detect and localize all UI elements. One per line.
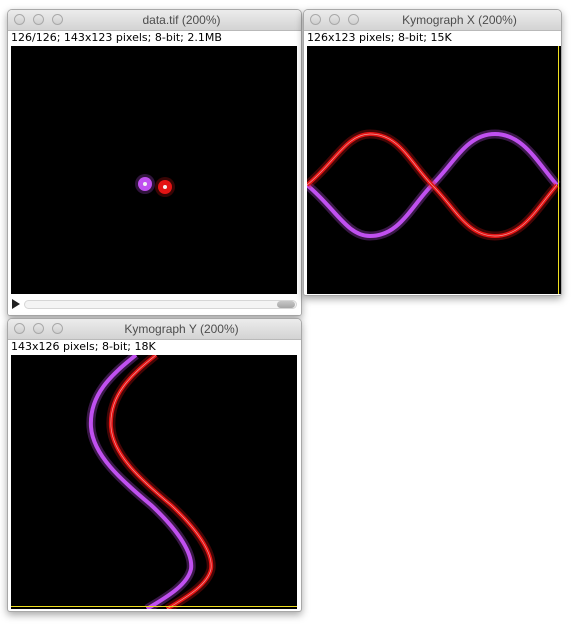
window-controls (310, 14, 359, 25)
canvas-background (11, 46, 297, 294)
zoom-icon[interactable] (52, 323, 63, 334)
kymo-y-edge-line (11, 606, 297, 607)
canvas-background (11, 355, 297, 609)
frame-scrollbar[interactable] (8, 295, 301, 315)
image-info: 126/126; 143x123 pixels; 8-bit; 2.1MB (11, 31, 222, 44)
kymo-x-edge-line (558, 46, 559, 294)
kymograph-y-canvas[interactable] (11, 355, 297, 609)
image-info: 143x126 pixels; 8-bit; 18K (11, 340, 156, 353)
particle-red-core (163, 185, 167, 189)
particle-purple-core (143, 182, 147, 186)
window-title: Kymograph Y (200%) (124, 322, 239, 336)
minimize-icon[interactable] (329, 14, 340, 25)
zoom-icon[interactable] (348, 14, 359, 25)
title-bar[interactable]: data.tif (200%) (8, 10, 301, 31)
scrollbar-thumb[interactable] (277, 301, 295, 308)
window-title: Kymograph X (200%) (402, 13, 517, 27)
window-controls (14, 323, 63, 334)
particle-red (155, 177, 175, 197)
kymograph-y-window[interactable]: Kymograph Y (200%) 143x126 pixels; 8-bit… (7, 318, 302, 612)
minimize-icon[interactable] (33, 14, 44, 25)
zoom-icon[interactable] (52, 14, 63, 25)
image-info: 126x123 pixels; 8-bit; 15K (307, 31, 452, 44)
particle-purple (135, 174, 155, 194)
kymograph-x-canvas[interactable] (307, 46, 561, 294)
close-icon[interactable] (310, 14, 321, 25)
scrollbar-track[interactable] (24, 300, 297, 309)
window-title: data.tif (200%) (142, 13, 221, 27)
play-icon[interactable] (12, 299, 20, 309)
minimize-icon[interactable] (33, 323, 44, 334)
canvas-background (307, 46, 561, 294)
close-icon[interactable] (14, 14, 25, 25)
title-bar[interactable]: Kymograph Y (200%) (8, 319, 301, 340)
data-tif-window[interactable]: data.tif (200%) 126/126; 143x123 pixels;… (7, 9, 302, 316)
kymograph-x-window[interactable]: Kymograph X (200%) 126x123 pixels; 8-bit… (303, 9, 562, 296)
window-controls (14, 14, 63, 25)
title-bar[interactable]: Kymograph X (200%) (304, 10, 561, 31)
image-canvas[interactable] (11, 46, 297, 294)
close-icon[interactable] (14, 323, 25, 334)
